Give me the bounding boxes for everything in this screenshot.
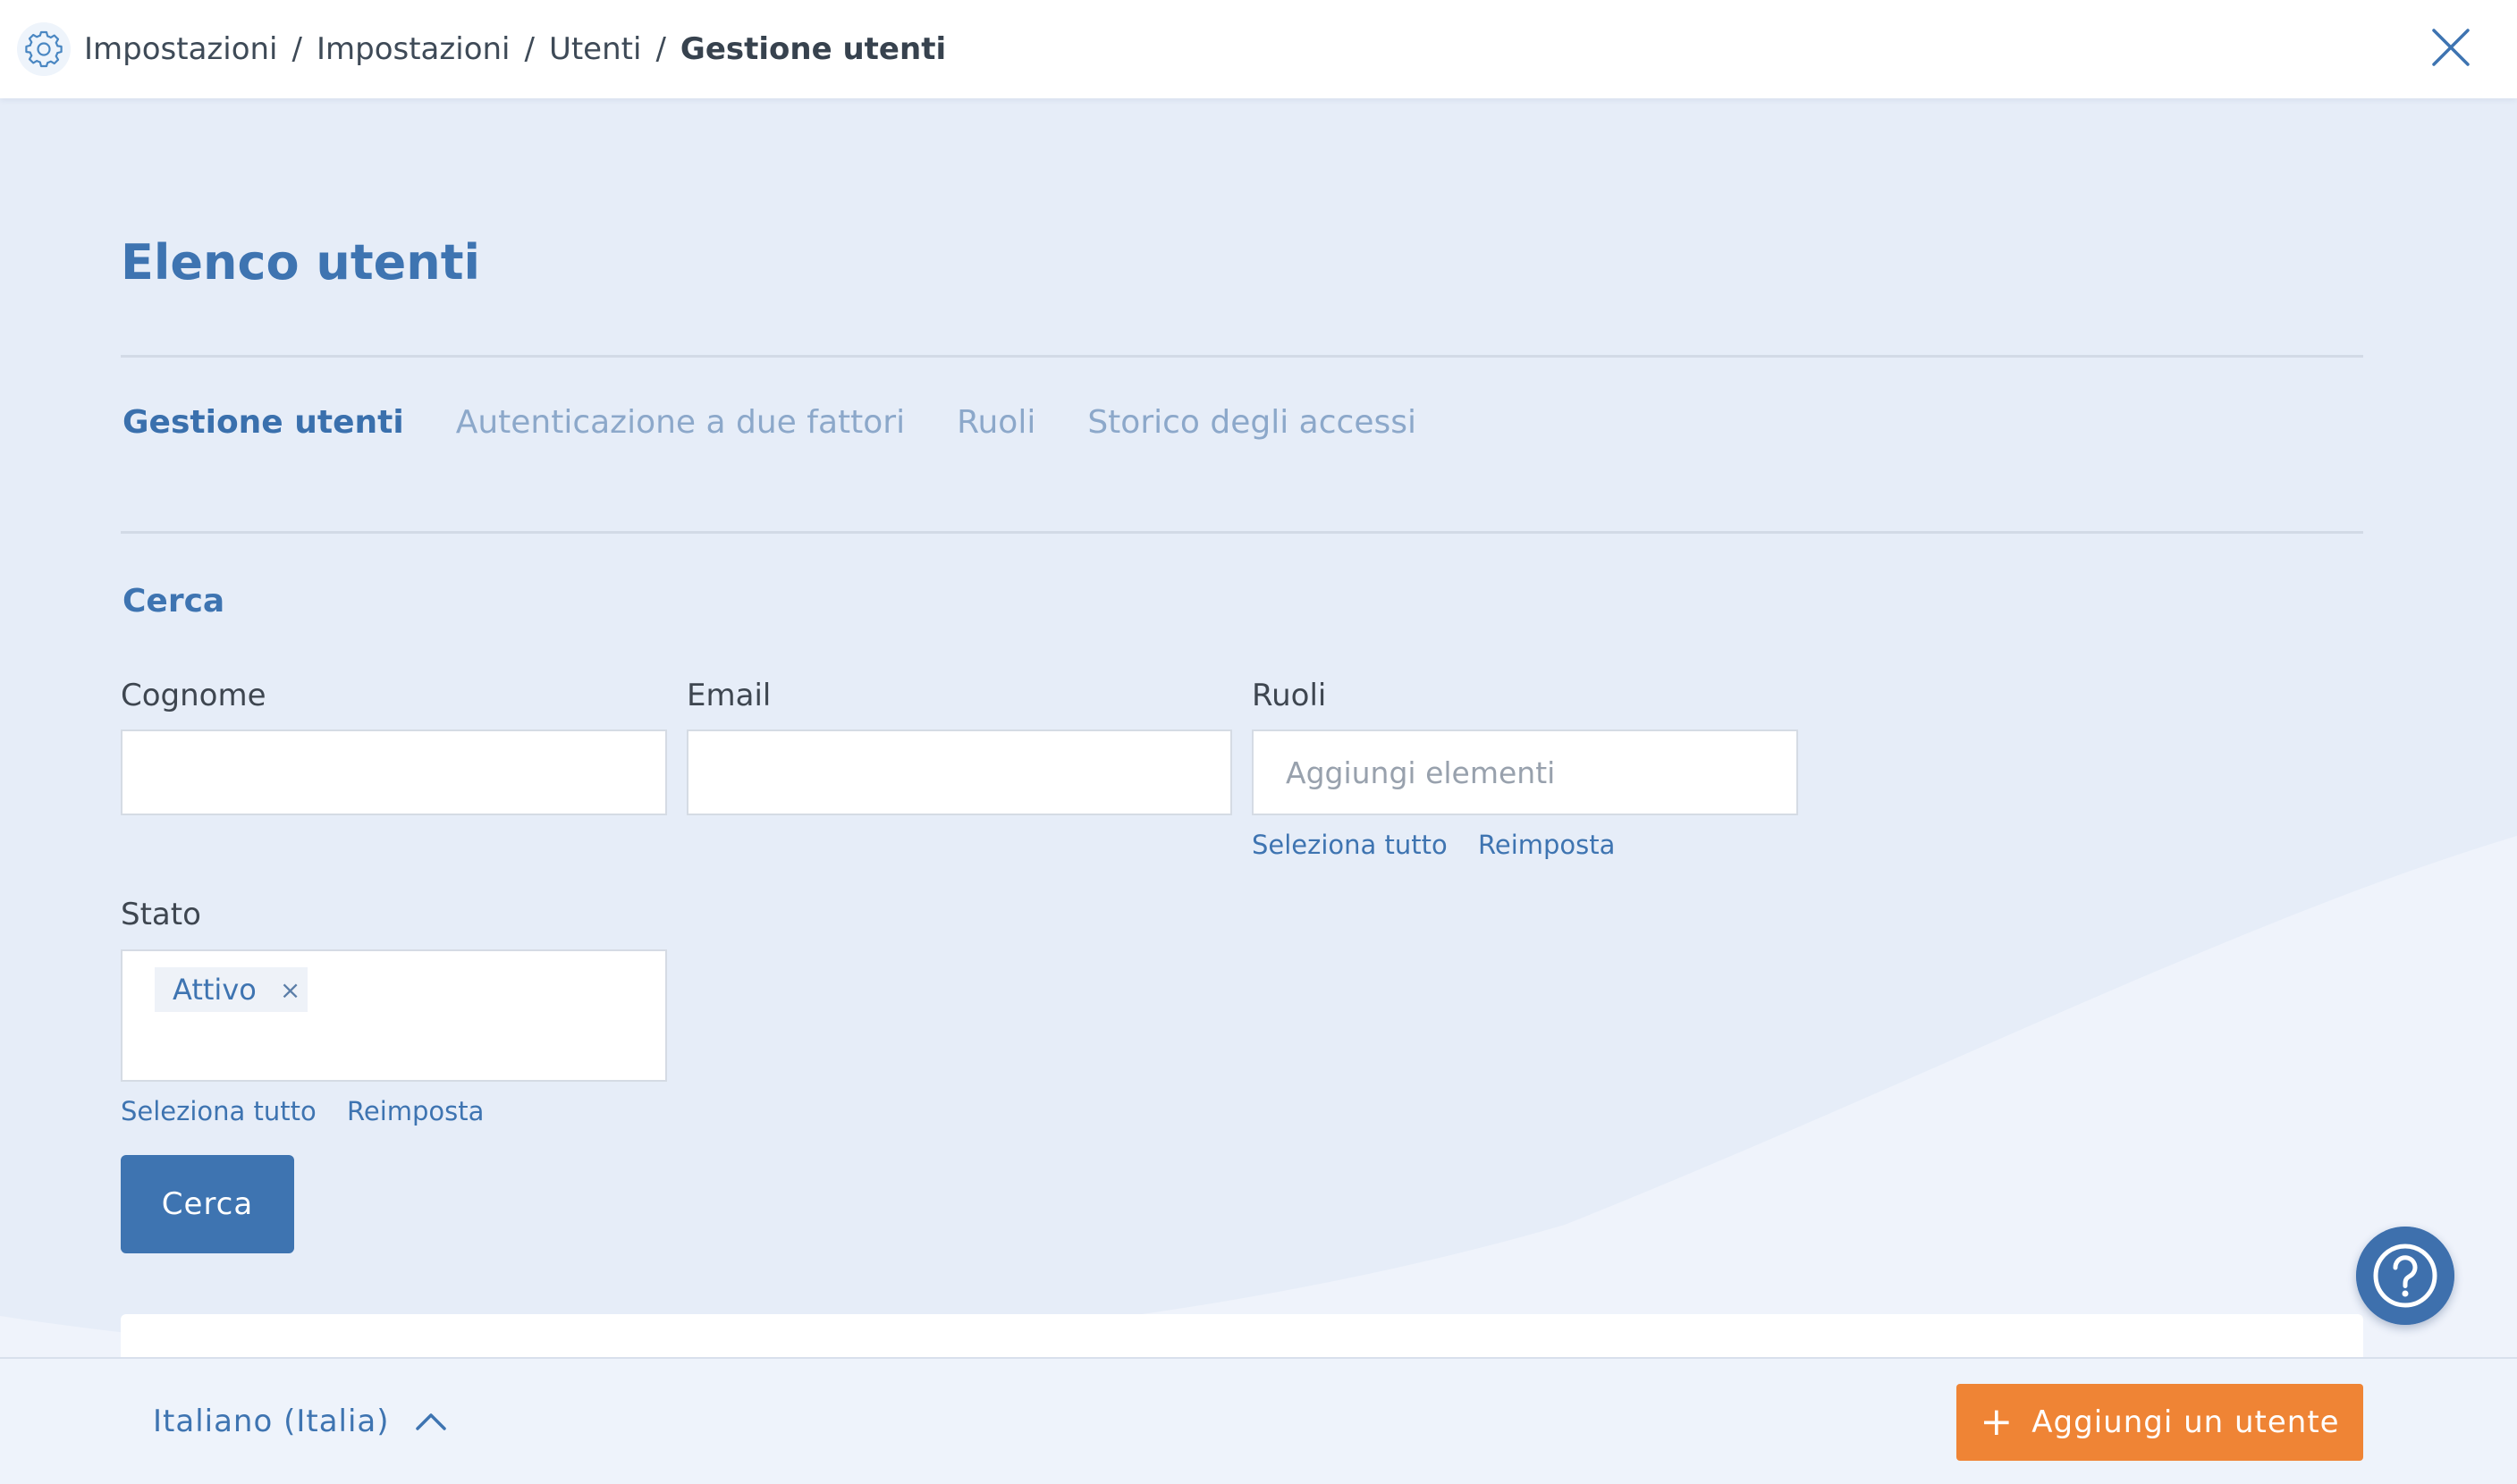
stato-reset-link[interactable]: Reimposta (347, 1096, 484, 1126)
cognome-input[interactable] (121, 729, 667, 815)
chevron-up-icon (415, 1413, 446, 1430)
chip-label: Attivo (173, 973, 257, 1007)
breadcrumb-item-utenti[interactable]: Utenti (549, 31, 641, 67)
ruoli-select-all-link[interactable]: Seleziona tutto (1252, 830, 1448, 860)
add-user-label: Aggiungi un utente (2031, 1404, 2340, 1440)
email-input[interactable] (687, 729, 1232, 815)
tab-autenticazione-due-fattori[interactable]: Autenticazione a due fattori (456, 404, 905, 441)
ruoli-reset-link[interactable]: Reimposta (1478, 830, 1615, 860)
breadcrumb-separator: / (291, 31, 302, 67)
title-divider (121, 355, 2363, 358)
breadcrumb-item-impostazioni[interactable]: Impostazioni (84, 31, 278, 67)
tab-ruoli[interactable]: Ruoli (957, 404, 1035, 441)
tabs-divider (121, 531, 2363, 534)
ruoli-input[interactable] (1252, 729, 1798, 815)
status-chip-attivo: Attivo × (155, 967, 308, 1012)
search-button[interactable]: Cerca (121, 1155, 294, 1253)
search-section-title: Cerca (122, 583, 225, 620)
tab-storico-accessi[interactable]: Storico degli accessi (1087, 404, 1416, 441)
main-content: Elenco utenti Gestione utenti Autenticaz… (0, 0, 2517, 1482)
cognome-label: Cognome (121, 678, 266, 713)
stato-label: Stato (121, 897, 201, 932)
close-icon[interactable] (2428, 25, 2473, 70)
footer-bar: Italiano (Italia) + Aggiungi un utente (0, 1357, 2517, 1484)
breadcrumb-item-impostazioni-2[interactable]: Impostazioni (317, 31, 511, 67)
gear-icon[interactable] (16, 21, 72, 77)
tab-gestione-utenti[interactable]: Gestione utenti (122, 404, 404, 441)
email-label: Email (687, 678, 772, 713)
stato-multiselect[interactable]: Attivo × (121, 949, 667, 1082)
plus-icon: + (1980, 1399, 2014, 1445)
breadcrumb-separator: / (524, 31, 535, 67)
breadcrumb-separator: / (655, 31, 666, 67)
question-icon[interactable] (2356, 1227, 2454, 1325)
breadcrumb-current: Gestione utenti (680, 31, 947, 67)
stato-select-all-link[interactable]: Seleziona tutto (121, 1096, 317, 1126)
ruoli-label: Ruoli (1252, 678, 1327, 713)
page-title: Elenco utenti (121, 234, 481, 291)
language-label: Italiano (Italia) (153, 1404, 390, 1439)
add-user-button[interactable]: + Aggiungi un utente (1956, 1384, 2363, 1461)
tab-bar: Gestione utenti Autenticazione a due fat… (122, 404, 1468, 441)
top-bar: Impostazioni / Impostazioni / Utenti / G… (0, 0, 2517, 98)
chip-remove-icon[interactable]: × (280, 975, 300, 1005)
language-selector[interactable]: Italiano (Italia) (153, 1404, 447, 1439)
breadcrumb: Impostazioni / Impostazioni / Utenti / G… (84, 0, 946, 98)
